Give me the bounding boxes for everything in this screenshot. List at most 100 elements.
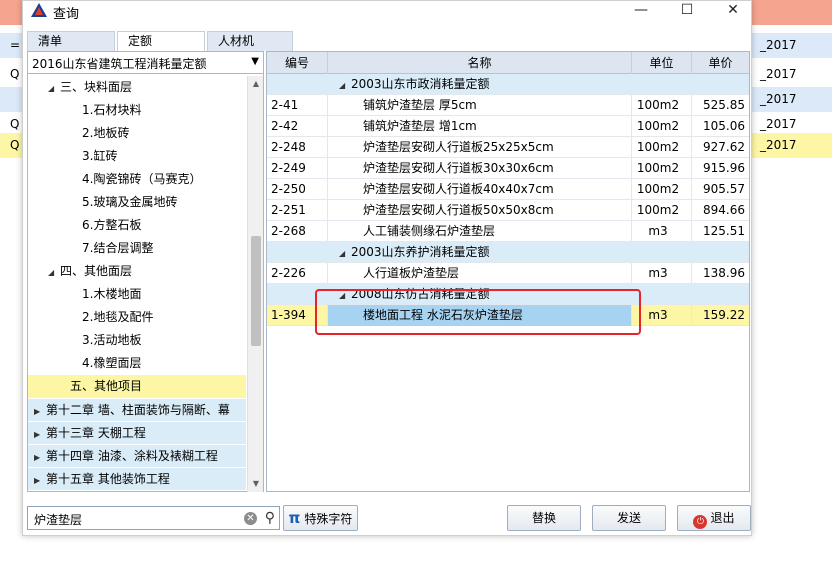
scroll-thumb[interactable]: [251, 236, 261, 346]
tree-item[interactable]: ◢ 三、块料面层: [28, 76, 246, 99]
cell-unit: 100m2: [636, 161, 680, 175]
collapse-arrow-icon[interactable]: ◢: [339, 76, 351, 96]
column-divider: [691, 221, 692, 242]
tree-chapter-item[interactable]: ▶ 第十四章 油漆、涂料及裱糊工程: [28, 444, 246, 467]
close-button[interactable]: ✕: [711, 1, 755, 21]
cell-code: 2-251: [271, 203, 306, 217]
tree-item-label: 7.结合层调整: [82, 241, 154, 255]
column-divider: [691, 158, 692, 179]
maximize-button[interactable]: ☐: [665, 1, 709, 21]
tree-item-label: 五、其他项目: [70, 379, 143, 393]
special-chars-button[interactable]: π 特殊字符: [283, 505, 358, 531]
table-row[interactable]: 2-42 铺筑炉渣垫层 增1cm 100m2 105.06: [267, 116, 749, 137]
search-input[interactable]: 炉渣垫层 ✕ ⚲: [27, 506, 280, 530]
column-divider: [327, 200, 328, 221]
header-name: 名称: [328, 52, 632, 74]
cell-code: 2-248: [271, 140, 306, 154]
table-group-row[interactable]: ◢ 2003山东养护消耗量定额: [267, 242, 749, 263]
cell-name: 人行道板炉渣垫层: [363, 266, 460, 280]
header-code: 编号: [267, 52, 328, 74]
cell-name: 炉渣垫层安砌人行道板30x30x6cm: [363, 161, 554, 175]
screen: = Q Q Q _2017 _2017 _2017 _2017 _2017 查询 — ☐ ✕ …: [0, 0, 832, 568]
background-row: _2017: [752, 133, 832, 158]
collapse-arrow-icon[interactable]: ◢: [339, 244, 351, 264]
cell-price: 105.06: [703, 119, 745, 133]
table-row[interactable]: 2-251 炉渣垫层安砌人行道板50x50x8cm 100m2 894.66: [267, 200, 749, 221]
cell-price: 915.96: [703, 161, 745, 175]
tree-item[interactable]: 7.结合层调整: [28, 237, 246, 260]
table-row[interactable]: 2-41 铺筑炉渣垫层 厚5cm 100m2 525.85: [267, 95, 749, 116]
tree-chapter-item[interactable]: ▶ 第十五章 其他装饰工程: [28, 467, 246, 490]
expand-arrow-icon[interactable]: ▶: [34, 446, 46, 467]
tree-item-label: 第十五章 其他装饰工程: [46, 472, 170, 486]
quota-library-select[interactable]: 2016山东省建筑工程消耗量定额 ▼: [28, 52, 263, 74]
table-row[interactable]: 2-249 炉渣垫层安砌人行道板30x30x6cm 100m2 915.96: [267, 158, 749, 179]
tree-item-label: 1.石材块料: [82, 103, 142, 117]
tree-item[interactable]: 4.陶瓷锦砖（马赛克）: [28, 168, 246, 191]
tree-item-label: 4.陶瓷锦砖（马赛克）: [82, 172, 202, 186]
cell-price: 894.66: [703, 203, 745, 217]
tree-chapter-item[interactable]: ▶ 第十三章 天棚工程: [28, 421, 246, 444]
tree-item-label: 三、块料面层: [60, 80, 133, 94]
tree-item-label: 2.地板砖: [82, 126, 130, 140]
column-divider: [691, 179, 692, 200]
tab-quota[interactable]: 定额: [117, 31, 205, 52]
pi-icon: π: [288, 509, 301, 527]
cell-name: 炉渣垫层安砌人行道板25x25x5cm: [363, 140, 554, 154]
tree-chapter-item[interactable]: ▶ 第十二章 墙、柱面装饰与隔断、幕: [28, 398, 246, 421]
exit-button[interactable]: ⏻ 退出: [677, 505, 751, 531]
background-row: _2017: [752, 112, 832, 133]
title-bar: 查询 — ☐ ✕: [23, 1, 751, 22]
tree-item[interactable]: 4.橡塑面层: [28, 352, 246, 375]
tree-item[interactable]: 5.玻璃及金属地砖: [28, 191, 246, 214]
cell-unit: 100m2: [636, 98, 680, 112]
tree-item-label: 5.玻璃及金属地砖: [82, 195, 178, 209]
window-title: 查询: [53, 7, 80, 22]
expand-arrow-icon[interactable]: ▶: [34, 423, 46, 444]
tree-item[interactable]: ◢ 四、其他面层: [28, 260, 246, 283]
tree-item[interactable]: 1.石材块料: [28, 99, 246, 122]
cell-name: 炉渣垫层安砌人行道板40x40x7cm: [363, 182, 554, 196]
tree-scrollbar[interactable]: ▲ ▼: [247, 76, 263, 492]
minimize-button[interactable]: —: [619, 1, 663, 21]
background-row: Q: [0, 62, 22, 87]
expand-arrow-icon[interactable]: ▶: [34, 400, 46, 421]
send-button[interactable]: 发送: [592, 505, 666, 531]
collapse-arrow-icon[interactable]: ◢: [48, 261, 60, 283]
scroll-up-icon[interactable]: ▲: [248, 76, 264, 92]
scroll-down-icon[interactable]: ▼: [248, 476, 264, 492]
tab-labor-material[interactable]: 人材机: [207, 31, 293, 51]
collapse-arrow-icon[interactable]: ◢: [48, 77, 60, 99]
tree-item[interactable]: 2.地板砖: [28, 122, 246, 145]
tree-item-label: 4.橡塑面层: [82, 356, 142, 370]
group-label: ◢ 2003山东养护消耗量定额: [339, 242, 490, 264]
tree-item[interactable]: 3.缸砖: [28, 145, 246, 168]
group-name: 2003山东市政消耗量定额: [351, 77, 490, 91]
category-tree: ◢ 三、块料面层 1.石材块料 2.地板砖 3.缸砖 4.陶瓷锦砖（马赛克） 5.玻璃及金属…: [28, 76, 246, 492]
dropdown-arrow-icon[interactable]: ▼: [251, 56, 259, 67]
background-row: Q: [0, 112, 22, 133]
table-row[interactable]: 2-268 人工铺装侧缘石炉渣垫层 m3 125.51: [267, 221, 749, 242]
expand-arrow-icon[interactable]: ▶: [34, 469, 46, 490]
app-logo-icon: [31, 3, 47, 17]
cell-code: 2-268: [271, 224, 306, 238]
header-price: 单价: [708, 56, 733, 70]
clear-icon[interactable]: ✕: [244, 512, 257, 525]
tree-item-label: 1.木楼地面: [82, 287, 142, 301]
column-divider: [691, 95, 692, 116]
search-icon[interactable]: ⚲: [265, 510, 275, 526]
table-row[interactable]: 2-250 炉渣垫层安砌人行道板40x40x7cm 100m2 905.57: [267, 179, 749, 200]
replace-button[interactable]: 替换: [507, 505, 581, 531]
tree-item[interactable]: 1.木楼地面: [28, 283, 246, 306]
cell-price: 138.96: [703, 266, 745, 280]
cell-unit: m3: [648, 266, 668, 280]
table-row[interactable]: 2-226 人行道板炉渣垫层 m3 138.96: [267, 263, 749, 284]
table-group-row[interactable]: ◢ 2003山东市政消耗量定额: [267, 74, 749, 95]
table-row[interactable]: 2-248 炉渣垫层安砌人行道板25x25x5cm 100m2 927.62: [267, 137, 749, 158]
special-chars-label: 特殊字符: [304, 512, 353, 526]
tab-bill[interactable]: 清单: [27, 31, 115, 51]
tree-item[interactable]: 6.方整石板: [28, 214, 246, 237]
tree-item[interactable]: 2.地毯及配件: [28, 306, 246, 329]
tree-item[interactable]: 五、其他项目: [28, 375, 246, 398]
tree-item[interactable]: 3.活动地板: [28, 329, 246, 352]
